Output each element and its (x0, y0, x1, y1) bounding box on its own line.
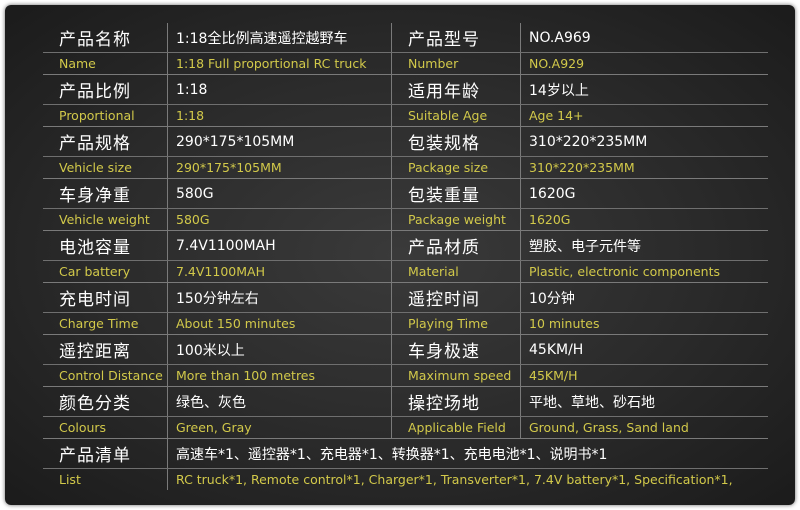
cn-value: 1:18全比例高速遥控越野车 (168, 23, 392, 52)
cn-label: 操控场地 (392, 387, 521, 416)
spec-row-en: Colours Green, Gray Applicable Field Ground… (43, 417, 768, 439)
cn-value: 310*220*235MM (529, 133, 648, 150)
spec-row-cn: 产品比例 1:18 适用年龄 14岁以上 (43, 75, 768, 105)
cn-label: 产品比例 (43, 75, 168, 104)
en-value: Age 14+ (529, 108, 584, 123)
en-value: 45KM/H (529, 368, 578, 383)
en-label: Proportional (43, 105, 168, 126)
en-label: Playing Time (392, 313, 521, 334)
en-value: Plastic, electronic components (529, 264, 720, 279)
en-value: RC truck*1, Remote control*1, Charger*1,… (176, 472, 733, 487)
spec-row-en: Vehicle size 290*175*105MM Package size 310… (43, 157, 768, 179)
cn-label: 包装重量 (392, 179, 521, 208)
cn-value: 100米以上 (168, 335, 392, 364)
cn-label: 遥控时间 (392, 283, 521, 312)
en-label: Car battery (43, 261, 168, 282)
cn-value: NO.A969 (529, 29, 591, 46)
cn-value: 150分钟左右 (168, 283, 392, 312)
spec-row-cn: 充电时间 150分钟左右 遥控时间 10分钟 (43, 283, 768, 313)
cn-value: 绿色、灰色 (168, 387, 392, 416)
en-label: Number (392, 53, 521, 74)
spec-row-en: Proportional 1:18 Suitable Age Age 14+ (43, 105, 768, 127)
spec-row-cn: 产品规格 290*175*105MM 包装规格 310*220*235MM (43, 127, 768, 157)
cn-label: 车身净重 (43, 179, 168, 208)
spec-row-en: Vehicle weight 580G Package weight 1620G (43, 209, 768, 231)
spec-row-cn: 产品名称 1:18全比例高速遥控越野车 产品型号 NO.A969 (43, 23, 768, 53)
cn-label: 遥控距离 (43, 335, 168, 364)
cn-value: 高速车*1、遥控器*1、充电器*1、转换器*1、充电电池*1、说明书*1 (176, 446, 608, 463)
en-value: 7.4V1100MAH (168, 261, 392, 282)
cn-label: 车身极速 (392, 335, 521, 364)
en-label: Material (392, 261, 521, 282)
cn-value: 290*175*105MM (168, 127, 392, 156)
cn-label: 产品型号 (392, 23, 521, 52)
cn-value: 14岁以上 (529, 82, 589, 99)
spec-row-cn: 遥控距离 100米以上 车身极速 45KM/H (43, 335, 768, 365)
en-value: Ground, Grass, Sand land (529, 420, 689, 435)
spec-row-en: Car battery 7.4V1100MAH Material Plastic, e… (43, 261, 768, 283)
en-value: 580G (168, 209, 392, 230)
spec-row-en: Control Distance More than 100 metres Maxi… (43, 365, 768, 387)
en-label: Package size (392, 157, 521, 178)
spec-row-cn: 颜色分类 绿色、灰色 操控场地 平地、草地、砂石地 (43, 387, 768, 417)
en-value: 10 minutes (529, 316, 600, 331)
en-value: 290*175*105MM (168, 157, 392, 178)
spec-row-cn: 电池容量 7.4V1100MAH 产品材质 塑胶、电子元件等 (43, 231, 768, 261)
cn-value: 45KM/H (529, 341, 584, 358)
cn-label: 包装规格 (392, 127, 521, 156)
cn-value: 1:18 (168, 75, 392, 104)
spec-table: 产品名称 1:18全比例高速遥控越野车 产品型号 NO.A969 Name 1:18 Fu… (43, 23, 768, 490)
en-value: Green, Gray (168, 417, 392, 438)
cn-label: 颜色分类 (43, 387, 168, 416)
cn-label: 产品规格 (43, 127, 168, 156)
en-label: Maximum speed (392, 365, 521, 386)
en-label: Control Distance (43, 365, 168, 386)
en-label: Suitable Age (392, 105, 521, 126)
spec-panel: 产品名称 1:18全比例高速遥控越野车 产品型号 NO.A969 Name 1:18 Fu… (5, 5, 795, 505)
cn-label: 产品清单 (43, 439, 168, 468)
cn-value: 580G (168, 179, 392, 208)
en-label: Vehicle weight (43, 209, 168, 230)
cn-label: 产品名称 (43, 23, 168, 52)
en-value: 1620G (529, 212, 571, 227)
en-value: About 150 minutes (168, 313, 392, 334)
cn-label: 产品材质 (392, 231, 521, 260)
en-value: 1:18 (168, 105, 392, 126)
en-value: NO.A929 (529, 56, 585, 71)
en-label: Charge Time (43, 313, 168, 334)
en-label: Colours (43, 417, 168, 438)
list-row-en: List RC truck*1, Remote control*1, Charge… (43, 469, 768, 490)
cn-label: 适用年龄 (392, 75, 521, 104)
cn-value: 平地、草地、砂石地 (529, 394, 655, 411)
spec-row-en: Name 1:18 Full proportional RC truck Numbe… (43, 53, 768, 75)
spec-row-cn: 车身净重 580G 包装重量 1620G (43, 179, 768, 209)
cn-value: 塑胶、电子元件等 (529, 238, 641, 255)
en-label: Applicable Field (392, 417, 521, 438)
en-value: 1:18 Full proportional RC truck (168, 53, 392, 74)
en-label: Name (43, 53, 168, 74)
cn-value: 7.4V1100MAH (168, 231, 392, 260)
spec-row-en: Charge Time About 150 minutes Playing Time… (43, 313, 768, 335)
en-label: Package weight (392, 209, 521, 230)
en-label: List (43, 469, 168, 490)
cn-value: 1620G (529, 185, 576, 202)
list-row-cn: 产品清单 高速车*1、遥控器*1、充电器*1、转换器*1、充电电池*1、说明书*1 (43, 439, 768, 469)
cn-label: 充电时间 (43, 283, 168, 312)
cn-value: 10分钟 (529, 290, 575, 307)
en-label: Vehicle size (43, 157, 168, 178)
en-value: More than 100 metres (168, 365, 392, 386)
en-value: 310*220*235MM (529, 160, 635, 175)
cn-label: 电池容量 (43, 231, 168, 260)
